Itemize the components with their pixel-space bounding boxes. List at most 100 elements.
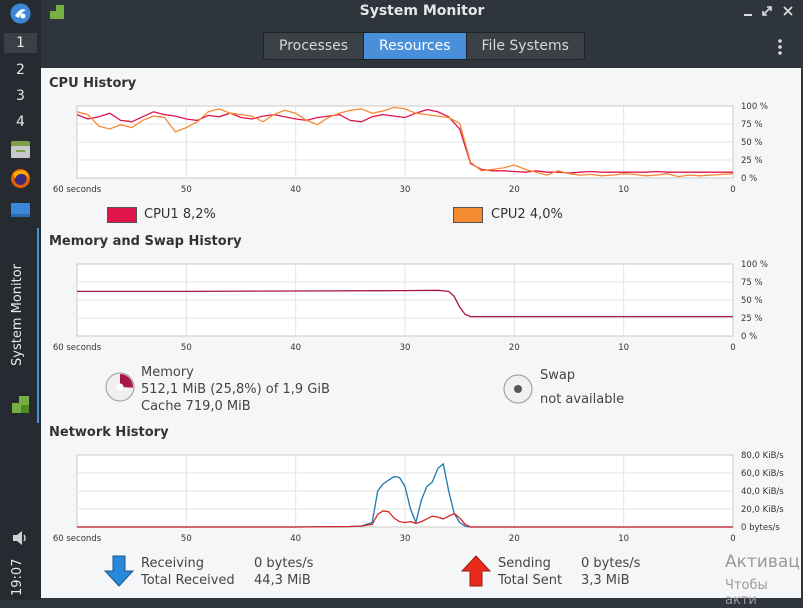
memory-y-tick-label: 75 % bbox=[741, 278, 763, 288]
receiving-arrow-icon bbox=[104, 555, 134, 587]
memory-x-tick-label: 30 bbox=[400, 343, 411, 353]
memory-x-tick-label: 0 bbox=[730, 343, 735, 353]
activation-watermark-title: Активац bbox=[725, 552, 800, 572]
network-history-chart: 60 seconds 50 40 30 20 10 0 80,0 KiB/s 60,0 KiB/… bbox=[53, 451, 784, 544]
cpu1-legend: CPU1 8,2% bbox=[144, 207, 216, 222]
cpu-x-tick-label: 40 bbox=[290, 185, 301, 195]
receiving-info: Receiving Total Received bbox=[141, 555, 235, 589]
swap-label: Swap bbox=[540, 368, 576, 383]
cpu1-label: CPU1 bbox=[144, 207, 179, 222]
cpu-x-tick-label: 60 seconds bbox=[53, 185, 102, 195]
volume-icon[interactable] bbox=[11, 530, 31, 546]
memory-x-tick-label: 10 bbox=[618, 343, 629, 353]
cpu-history-chart: 60 seconds 50 40 30 20 10 0 100 % 75 % 50 % 25 % 0 … bbox=[53, 102, 768, 195]
total-received-label: Total Received bbox=[141, 573, 235, 588]
memory-x-tick-label: 20 bbox=[509, 343, 520, 353]
sending-values: 0 bytes/s 3,3 MiB bbox=[581, 555, 640, 589]
network-x-tick-label: 0 bbox=[730, 534, 735, 544]
memory-pie-icon[interactable] bbox=[104, 371, 136, 403]
swap-status: not available bbox=[540, 392, 625, 407]
swap-pie-icon[interactable] bbox=[502, 373, 534, 405]
memory-x-tick-label: 60 seconds bbox=[53, 343, 102, 353]
tab-processes[interactable]: Processes bbox=[264, 33, 365, 59]
network-y-tick-label: 0 bytes/s bbox=[741, 523, 780, 533]
tab-file-systems[interactable]: File Systems bbox=[466, 33, 584, 59]
cpu-x-tick-label: 10 bbox=[618, 185, 629, 195]
activation-watermark-text: Чтобы акти bbox=[725, 578, 768, 608]
cpu-y-tick-label: 0 % bbox=[741, 174, 757, 184]
cpu-x-tick-label: 0 bbox=[730, 185, 735, 195]
active-window-label[interactable]: System Monitor bbox=[6, 228, 39, 423]
active-window-text: System Monitor bbox=[10, 263, 25, 366]
cpu1-value: 8,2% bbox=[182, 207, 216, 222]
memory-y-tick-label: 25 % bbox=[741, 314, 763, 324]
total-sent-label: Total Sent bbox=[498, 573, 563, 588]
network-x-tick-label: 10 bbox=[618, 534, 629, 544]
cpu2-label: CPU2 bbox=[491, 207, 526, 222]
network-x-tick-label: 30 bbox=[400, 534, 411, 544]
memory-cache: Cache 719,0 MiB bbox=[141, 399, 251, 414]
sending-arrow-icon bbox=[461, 555, 491, 587]
network-section-title: Network History bbox=[49, 425, 169, 440]
memory-pie-center bbox=[116, 383, 124, 391]
workspace-2[interactable]: 2 bbox=[4, 60, 37, 80]
cpu-x-tick-label: 50 bbox=[181, 185, 192, 195]
workspace-3[interactable]: 3 bbox=[4, 86, 37, 106]
desktop-icon[interactable] bbox=[10, 200, 31, 221]
swap-info: Swap not available bbox=[540, 364, 624, 412]
memory-label: Memory bbox=[141, 365, 194, 380]
menu-logo-icon[interactable] bbox=[10, 3, 31, 24]
workspace-4[interactable]: 4 bbox=[4, 112, 37, 132]
memory-y-tick-label: 100 % bbox=[741, 260, 768, 270]
total-received-value: 44,3 MiB bbox=[254, 573, 311, 588]
receiving-value: 0 bytes/s bbox=[254, 556, 314, 571]
memory-usage: 512,1 MiB (25,8%) of 1,9 GiB bbox=[141, 382, 330, 397]
network-x-tick-label: 50 bbox=[181, 534, 192, 544]
sending-value: 0 bytes/s bbox=[581, 556, 641, 571]
memory-y-tick-label: 0 % bbox=[741, 332, 757, 342]
restore-icon[interactable] bbox=[760, 4, 774, 18]
window-title: System Monitor bbox=[359, 3, 485, 19]
memory-x-tick-label: 50 bbox=[181, 343, 192, 353]
cpu-y-tick-label: 75 % bbox=[741, 120, 763, 130]
memory-y-tick-label: 50 % bbox=[741, 296, 763, 306]
memory-history-chart: 60 seconds 50 40 30 20 10 0 100 % 75 % 50 % 25 % 0 … bbox=[53, 260, 768, 353]
tab-resources[interactable]: Resources bbox=[364, 33, 467, 59]
system-monitor-icon bbox=[12, 396, 29, 413]
cpu-x-tick-label: 20 bbox=[509, 185, 520, 195]
network-x-tick-label: 60 seconds bbox=[53, 534, 102, 544]
clock[interactable]: 19:07 bbox=[4, 558, 38, 598]
firefox-icon[interactable] bbox=[10, 168, 31, 189]
cpu-y-tick-label: 100 % bbox=[741, 102, 768, 112]
cpu-section-title: CPU History bbox=[49, 76, 137, 91]
network-y-tick-label: 80,0 KiB/s bbox=[741, 451, 784, 461]
total-sent-value: 3,3 MiB bbox=[581, 573, 630, 588]
memory-x-tick-label: 40 bbox=[290, 343, 301, 353]
cpu-x-tick-label: 30 bbox=[400, 185, 411, 195]
sending-label: Sending bbox=[498, 556, 551, 571]
cpu2-value: 4,0% bbox=[529, 207, 563, 222]
cpu-y-tick-label: 50 % bbox=[741, 138, 763, 148]
receiving-values: 0 bytes/s 44,3 MiB bbox=[254, 555, 313, 589]
close-icon[interactable] bbox=[781, 4, 795, 18]
workspace-1[interactable]: 1 bbox=[4, 33, 37, 53]
network-x-tick-label: 20 bbox=[509, 534, 520, 544]
menu-icon[interactable] bbox=[777, 38, 783, 56]
cpu1-color-swatch[interactable] bbox=[107, 207, 137, 223]
sending-info: Sending Total Sent bbox=[498, 555, 562, 589]
minimize-icon[interactable] bbox=[741, 4, 755, 18]
network-y-tick-label: 20,0 KiB/s bbox=[741, 505, 784, 515]
tab-bar: Processes Resources File Systems bbox=[41, 24, 803, 68]
network-y-tick-label: 40,0 KiB/s bbox=[741, 487, 784, 497]
dock: 1 2 3 4 System Monitor 19:07 bbox=[0, 0, 41, 600]
network-x-tick-label: 40 bbox=[290, 534, 301, 544]
cpu2-color-swatch[interactable] bbox=[453, 207, 483, 223]
cpu-y-tick-label: 25 % bbox=[741, 156, 763, 166]
memory-section-title: Memory and Swap History bbox=[49, 234, 242, 249]
memory-info: Memory 512,1 MiB (25,8%) of 1,9 GiB Cach… bbox=[141, 364, 330, 415]
resources-panel: CPU History 60 seconds 50 40 30 20 10 0 100 % 75… bbox=[41, 68, 801, 608]
file-manager-icon[interactable] bbox=[10, 139, 31, 160]
view-switcher: Processes Resources File Systems bbox=[263, 32, 585, 60]
active-indicator bbox=[37, 228, 39, 423]
title-bar: System Monitor bbox=[41, 0, 803, 24]
